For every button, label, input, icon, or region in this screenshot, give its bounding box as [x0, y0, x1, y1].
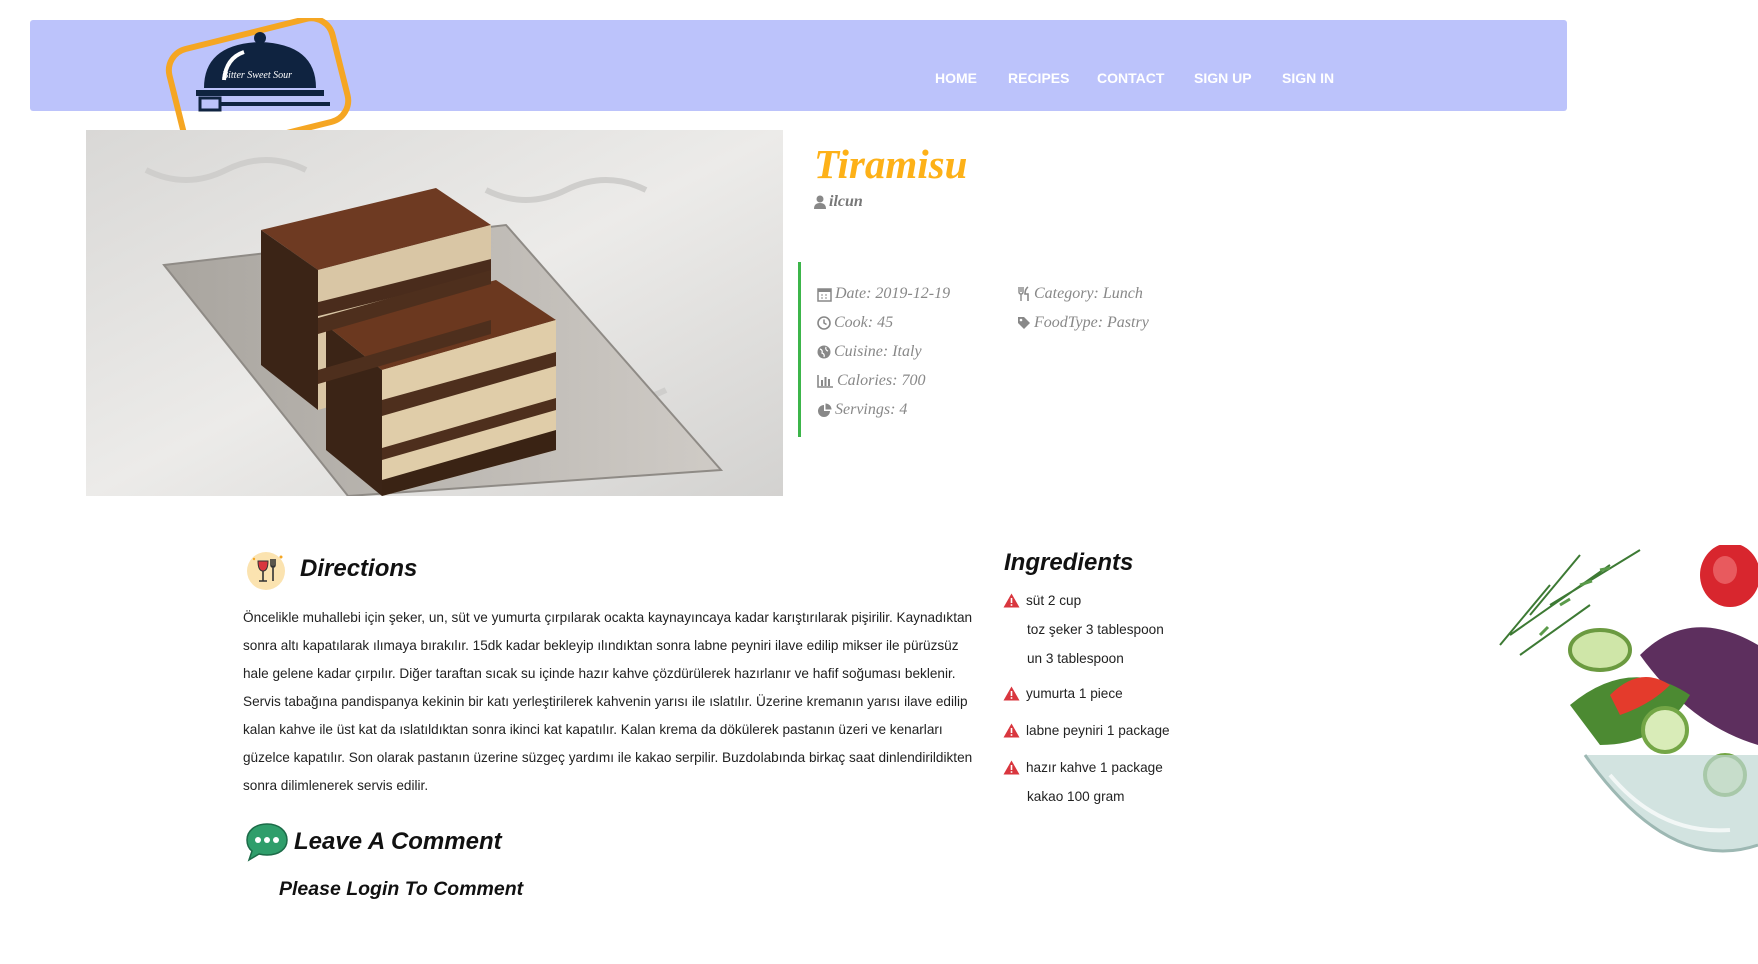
meta-cook: Cook: 45: [817, 314, 893, 332]
salad-bowl-image: [1499, 545, 1758, 853]
meta-date: Date: 2019-12-19: [817, 285, 950, 303]
directions-text: Öncelikle muhallebi için şeker, un, süt …: [243, 610, 973, 793]
cutlery-icon: [1018, 286, 1029, 301]
nav-sign-up[interactable]: SIGN UP: [1194, 70, 1252, 86]
clock-icon: [817, 316, 831, 330]
meta-cuisine: Cuisine: Italy: [817, 343, 922, 361]
tiramisu-photo: [86, 130, 783, 496]
ingredient-item: labne peyniri 1 package: [1003, 723, 1170, 738]
nav-sign-in[interactable]: SIGN IN: [1282, 70, 1334, 86]
ingredient-item: un 3 tablespoon: [1027, 651, 1124, 666]
site-logo[interactable]: Bitter Sweet Sour: [160, 18, 360, 148]
ingredient-item: süt 2 cup: [1003, 593, 1081, 608]
login-to-comment[interactable]: Please Login To Comment: [279, 878, 523, 901]
bar-chart-icon: [817, 375, 833, 388]
warning-icon: [1003, 686, 1020, 701]
recipe-title: Tiramisu: [814, 141, 968, 187]
meta-foodtype: FoodType: Pastry: [1017, 314, 1149, 332]
pie-chart-icon: [818, 403, 832, 417]
warning-icon: [1003, 723, 1020, 738]
tag-icon: [1018, 317, 1030, 329]
ingredient-item: toz şeker 3 tablespoon: [1027, 622, 1164, 637]
logo-text: Bitter Sweet Sour: [222, 70, 292, 81]
ingredient-item: hazır kahve 1 package: [1003, 760, 1163, 775]
recipe-author[interactable]: ilcun: [814, 193, 863, 211]
user-icon: [814, 195, 826, 209]
recipe-meta: Date: 2019-12-19 Cook: 45 Cuisine: Italy…: [798, 262, 1321, 437]
meta-calories: Calories: 700: [817, 372, 925, 390]
warning-icon: [1003, 760, 1020, 775]
ingredient-item: kakao 100 gram: [1027, 789, 1125, 804]
nav-recipes[interactable]: RECIPES: [1008, 70, 1069, 86]
warning-icon: [1003, 593, 1020, 608]
ingredient-item: yumurta 1 piece: [1003, 686, 1123, 701]
meta-category: Category: Lunch: [1017, 285, 1143, 303]
meta-servings: Servings: 4: [817, 401, 907, 419]
comment-heading: Leave A Comment: [294, 828, 502, 855]
nav-home[interactable]: HOME: [935, 70, 977, 86]
wine-dining-icon: [247, 552, 285, 590]
chat-bubble-icon: [246, 823, 288, 862]
directions-heading: Directions: [300, 555, 418, 582]
globe-icon: [817, 345, 831, 359]
nav-contact[interactable]: CONTACT: [1097, 70, 1164, 86]
ingredients-heading: Ingredients: [1004, 549, 1134, 576]
author-name: ilcun: [829, 193, 863, 210]
calendar-icon: [817, 287, 832, 302]
